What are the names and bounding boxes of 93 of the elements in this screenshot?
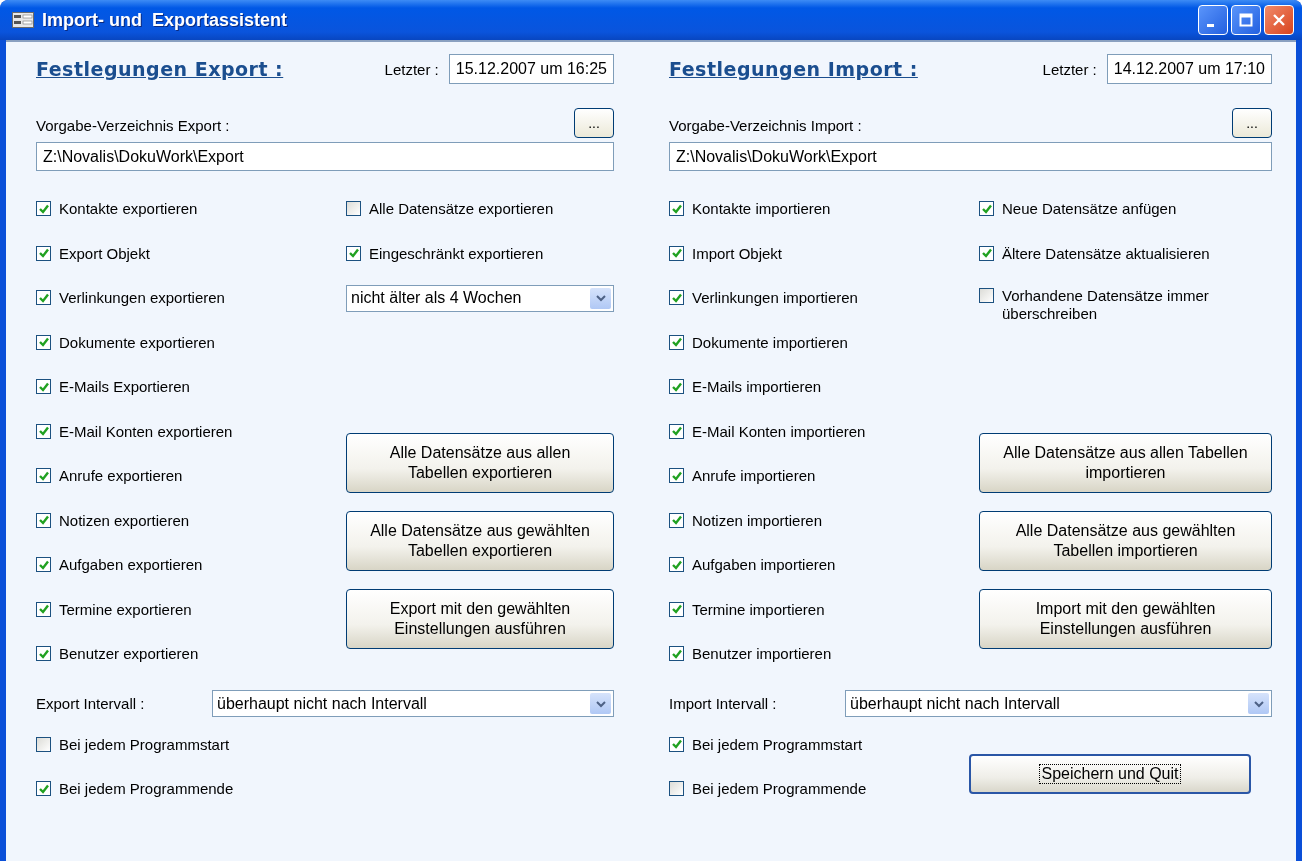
checkbox[interactable]: Eingeschränkt exportieren	[346, 244, 544, 263]
checkmark-icon	[37, 603, 50, 616]
checkbox[interactable]: Bei jedem Programmende	[669, 780, 867, 799]
checkbox[interactable]: Kontakte exportieren	[36, 200, 198, 219]
checkbox[interactable]: Termine exportieren	[36, 600, 192, 619]
checkbox[interactable]: Bei jedem Programmende	[36, 780, 234, 799]
checkbox[interactable]: E-Mail Konten exportieren	[36, 422, 233, 441]
close-icon	[1272, 13, 1286, 27]
checkmark-icon	[37, 469, 50, 482]
checkbox[interactable]: Anrufe exportieren	[36, 467, 183, 486]
checkbox[interactable]: Notizen exportieren	[36, 511, 190, 530]
checkmark-icon	[37, 647, 50, 660]
checkbox[interactable]: Neue Datensätze anfügen	[979, 200, 1177, 219]
action-button[interactable]: Alle Datensätze aus gewählten Tabellen importieren	[979, 510, 1272, 571]
checkmark-icon	[670, 202, 683, 215]
checkmark-icon	[37, 380, 50, 393]
checkbox[interactable]: Import Objekt	[669, 244, 783, 263]
directory-field[interactable]: Z:\Novalis\DokuWork\Export	[669, 142, 1272, 171]
directory-field[interactable]: Z:\Novalis\DokuWork\Export	[36, 142, 614, 171]
checkbox[interactable]: E-Mail Konten importieren	[669, 422, 866, 441]
caret-icon	[595, 699, 606, 708]
form-icon	[12, 12, 34, 28]
close-button[interactable]	[1264, 5, 1294, 35]
checkbox[interactable]: E-Mails Exportieren	[36, 378, 190, 397]
checkmark-icon	[670, 738, 683, 751]
checkbox[interactable]: Bei jedem Programmstart	[669, 735, 863, 754]
checkbox[interactable]: Termine importieren	[669, 600, 825, 619]
checkbox[interactable]: Alle Datensätze exportieren	[346, 200, 554, 219]
checkbox[interactable]: Notizen importieren	[669, 511, 823, 530]
checkbox[interactable]: Anrufe importieren	[669, 467, 816, 486]
action-button[interactable]: Alle Datensätze aus allen Tabellen exportieren	[346, 432, 614, 493]
checkmark-icon	[37, 425, 50, 438]
date-field[interactable]: 14.12.2007 um 17:10	[1106, 54, 1272, 84]
checkbox[interactable]: Export Objekt	[36, 244, 150, 263]
checkmark-icon	[670, 603, 683, 616]
caret-icon	[1253, 699, 1264, 708]
checkmark-icon	[670, 558, 683, 571]
checkmark-icon	[37, 336, 50, 349]
checkmark-icon	[347, 247, 360, 260]
checkbox[interactable]: E-Mails importieren	[669, 378, 822, 397]
checkmark-icon	[670, 469, 683, 482]
checkmark-icon	[37, 782, 50, 795]
minimize-button[interactable]	[1198, 5, 1228, 35]
checkbox[interactable]: Kontakte importieren	[669, 200, 831, 219]
checkbox[interactable]: Aufgaben importieren	[669, 556, 836, 575]
checkbox[interactable]: Verlinkungen exportieren	[36, 289, 225, 308]
date-field[interactable]: 15.12.2007 um 16:25	[448, 54, 614, 84]
field-label: Export Intervall :	[36, 695, 146, 712]
checkmark-icon	[670, 647, 683, 660]
action-button[interactable]: Alle Datensätze aus gewählten Tabellen exportieren	[346, 510, 614, 571]
action-button[interactable]: Export mit den gewählten Einstellungen ausführen	[346, 588, 614, 649]
browse-button[interactable]: ...	[574, 108, 614, 138]
field-label: Vorgabe-Verzeichnis Import :	[669, 117, 862, 136]
maximize-icon	[1239, 13, 1253, 27]
minimize-icon	[1207, 23, 1214, 27]
section-heading: Festlegungen Export :	[36, 58, 284, 80]
interval-dropdown[interactable]: überhaupt nicht nach Intervall	[212, 690, 614, 717]
field-label: Letzter :	[384, 60, 439, 78]
field-label: Vorgabe-Verzeichnis Export :	[36, 117, 230, 136]
checkmark-icon	[37, 202, 50, 215]
checkbox[interactable]: Benutzer exportieren	[36, 645, 199, 664]
checkmark-icon	[670, 380, 683, 393]
checkmark-icon	[670, 247, 683, 260]
checkbox[interactable]: Vorhandene Datensätze immer überschreiben	[979, 287, 1272, 324]
action-button[interactable]: Import mit den gewählten Einstellungen ausführen	[979, 588, 1272, 649]
checkmark-icon	[980, 202, 993, 215]
checkbox[interactable]: Benutzer importieren	[669, 645, 832, 664]
caret-icon	[595, 294, 606, 303]
checkbox[interactable]: Ältere Datensätze aktualisieren	[979, 244, 1210, 263]
interval-dropdown[interactable]: überhaupt nicht nach Intervall	[845, 690, 1272, 717]
checkmark-icon	[37, 291, 50, 304]
field-label: Import Intervall :	[669, 695, 778, 712]
field-label: Letzter :	[1042, 60, 1097, 78]
checkmark-icon	[37, 247, 50, 260]
browse-button[interactable]: ...	[1232, 108, 1272, 138]
checkmark-icon	[37, 514, 50, 527]
action-button[interactable]: Alle Datensätze aus allen Tabellen importieren	[979, 432, 1272, 493]
save-button[interactable]: Speichern und Quit	[969, 754, 1251, 794]
filter-dropdown[interactable]: nicht älter als 4 Wochen	[346, 284, 614, 312]
section-heading: Festlegungen Import :	[669, 58, 918, 80]
checkmark-icon	[670, 336, 683, 349]
maximize-button[interactable]	[1231, 5, 1261, 35]
checkmark-icon	[980, 247, 993, 260]
checkbox[interactable]: Aufgaben exportieren	[36, 556, 203, 575]
checkmark-icon	[37, 558, 50, 571]
window-title: Import- und Exportassistent	[42, 9, 288, 31]
checkbox[interactable]: Dokumente importieren	[669, 333, 848, 352]
checkbox[interactable]: Dokumente exportieren	[36, 333, 215, 352]
checkmark-icon	[670, 291, 683, 304]
checkbox[interactable]: Verlinkungen importieren	[669, 289, 858, 308]
checkmark-icon	[670, 425, 683, 438]
checkbox[interactable]: Bei jedem Programmstart	[36, 735, 230, 754]
checkmark-icon	[670, 514, 683, 527]
